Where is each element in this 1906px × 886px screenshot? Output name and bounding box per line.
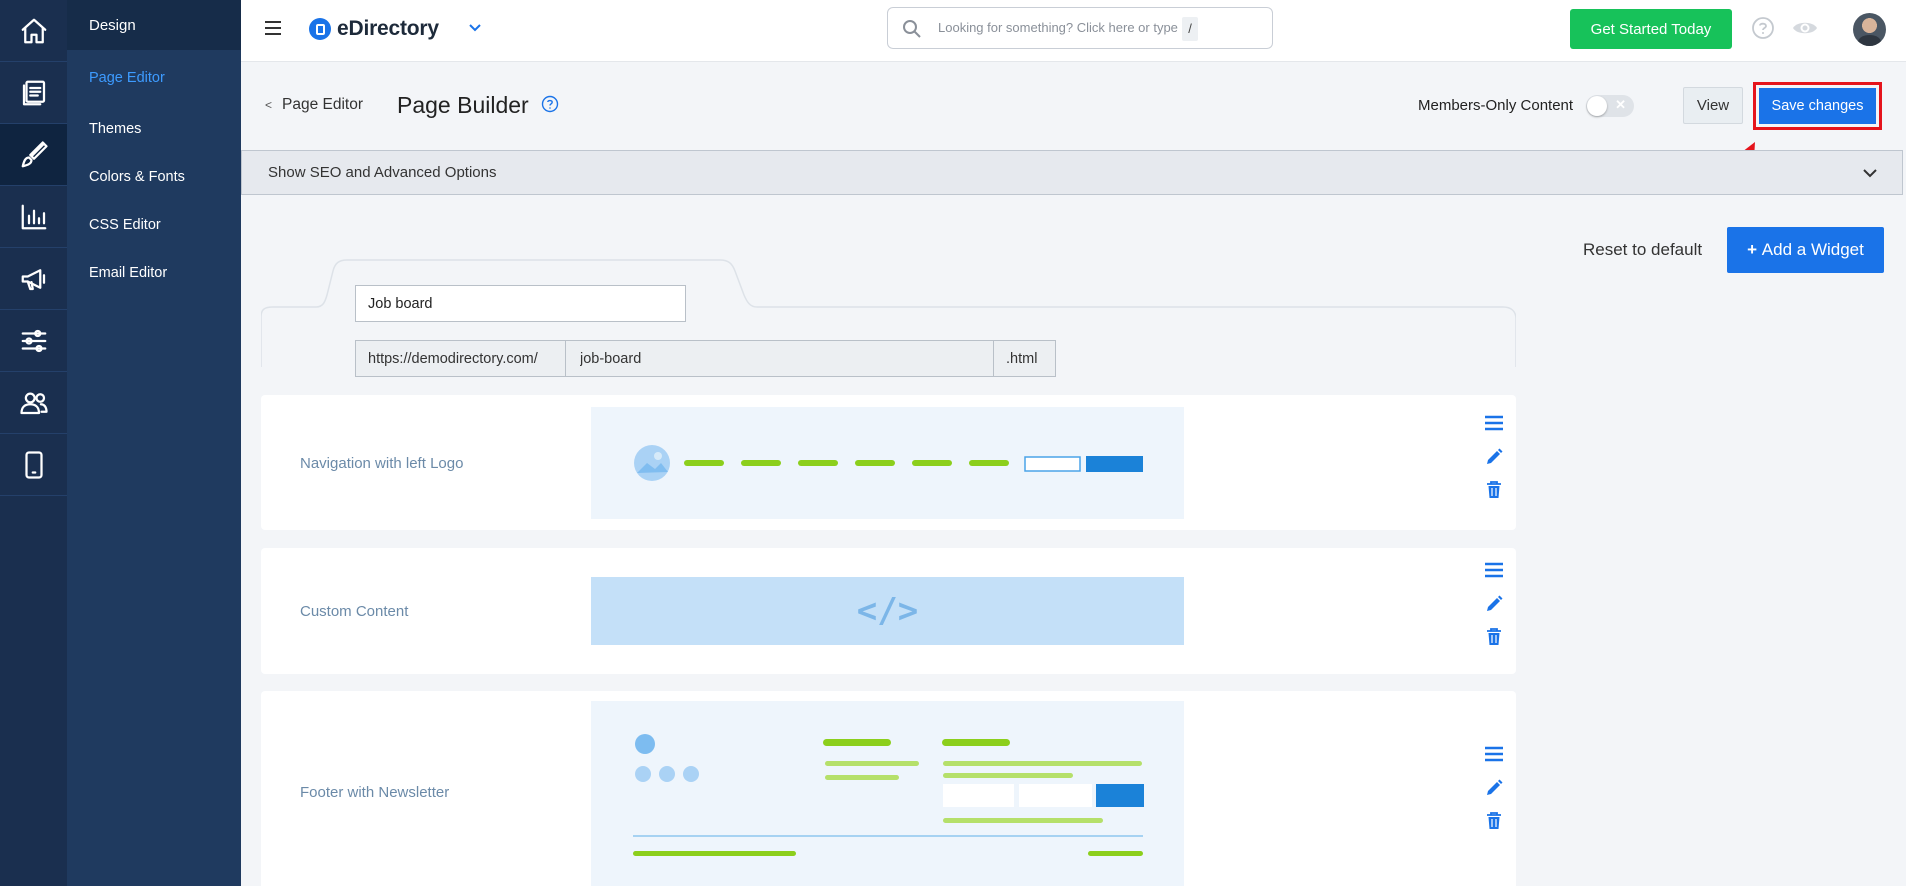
rail-home[interactable] xyxy=(0,0,67,62)
submenu-item-page-editor[interactable]: Page Editor xyxy=(67,50,241,106)
mobile-icon xyxy=(24,450,43,479)
icon-rail xyxy=(0,0,67,886)
home-icon xyxy=(21,18,46,43)
add-widget-label: Add a Widget xyxy=(1761,240,1864,259)
edit-widget-icon[interactable] xyxy=(1483,448,1505,470)
view-button[interactable]: View xyxy=(1683,87,1743,124)
hamburger-menu-icon[interactable] xyxy=(265,21,281,35)
search-box: / xyxy=(887,7,1273,49)
submenu-title: Design xyxy=(67,0,241,50)
rail-promote[interactable] xyxy=(0,248,67,310)
submenu-item-themes[interactable]: Themes xyxy=(67,106,241,154)
members-only-label: Members-Only Content xyxy=(1418,97,1574,114)
navigation-preview[interactable] xyxy=(591,407,1184,519)
members-only-toggle[interactable]: ✕ xyxy=(1586,95,1634,117)
reorder-widget-icon[interactable] xyxy=(1483,746,1505,768)
design-submenu: Design Page Editor Themes Colors & Fonts… xyxy=(67,0,241,886)
widget-actions xyxy=(1483,415,1505,514)
reorder-widget-icon[interactable] xyxy=(1483,562,1505,584)
toggle-off-icon: ✕ xyxy=(1615,97,1626,112)
search-shortcut-key: / xyxy=(1182,17,1198,41)
chart-icon xyxy=(21,204,46,229)
help-icon[interactable] xyxy=(1751,16,1775,40)
get-started-button[interactable]: Get Started Today xyxy=(1570,9,1732,49)
rail-mobile[interactable] xyxy=(0,434,67,496)
reset-to-default-link[interactable]: Reset to default xyxy=(1583,240,1702,260)
megaphone-icon xyxy=(21,268,45,290)
search-input[interactable] xyxy=(938,20,1188,35)
page-title: Page Builder xyxy=(397,92,529,118)
page-url-group: https://demodirectory.com/ .html xyxy=(355,340,1056,377)
widget-card: Custom Content </> xyxy=(261,548,1516,674)
users-icon xyxy=(19,392,48,414)
brush-icon xyxy=(21,140,48,167)
chevron-down-icon xyxy=(1863,169,1877,178)
widget-name: Navigation with left Logo xyxy=(300,455,464,472)
widget-name: Custom Content xyxy=(300,603,409,620)
chevron-down-icon[interactable] xyxy=(467,20,483,36)
seo-advanced-options-toggle[interactable]: Show SEO and Advanced Options xyxy=(241,150,1903,195)
footer-preview[interactable] xyxy=(591,701,1184,886)
delete-widget-icon[interactable] xyxy=(1483,812,1505,834)
rail-users[interactable] xyxy=(0,372,67,434)
save-highlight-box: Save changes xyxy=(1753,82,1882,130)
submenu-item-colors-fonts[interactable]: Colors & Fonts xyxy=(67,154,241,202)
brand-mark-icon xyxy=(309,18,331,40)
rail-pages[interactable] xyxy=(0,62,67,124)
edit-widget-icon[interactable] xyxy=(1483,779,1505,801)
save-changes-button[interactable]: Save changes xyxy=(1759,88,1876,124)
edit-widget-icon[interactable] xyxy=(1483,595,1505,617)
page-builder-help-icon[interactable] xyxy=(541,95,559,113)
user-avatar[interactable] xyxy=(1853,13,1886,46)
seo-options-label: Show SEO and Advanced Options xyxy=(268,164,497,181)
delete-widget-icon[interactable] xyxy=(1483,628,1505,650)
widget-card: Footer with Newsletter xyxy=(261,691,1516,886)
add-widget-button[interactable]: + Add a Widget xyxy=(1727,227,1884,273)
submenu-item-email-editor[interactable]: Email Editor xyxy=(67,250,241,298)
chevron-left-icon: < xyxy=(265,98,273,112)
rail-reports[interactable] xyxy=(0,186,67,248)
widget-name: Footer with Newsletter xyxy=(300,784,450,801)
preview-eye-icon[interactable] xyxy=(1791,16,1819,40)
back-to-page-editor-link[interactable]: < Page Editor xyxy=(265,96,363,114)
search-icon xyxy=(903,20,921,38)
widget-actions xyxy=(1483,562,1505,661)
widget-card: Navigation with left Logo xyxy=(261,395,1516,530)
logo-placeholder-icon xyxy=(634,445,1143,481)
url-suffix: .html xyxy=(994,340,1056,377)
brand-logo[interactable]: eDirectory xyxy=(309,17,439,41)
url-slug-field[interactable] xyxy=(566,340,994,377)
submenu-item-css-editor[interactable]: CSS Editor xyxy=(67,202,241,250)
rail-design[interactable] xyxy=(0,124,67,186)
delete-widget-icon[interactable] xyxy=(1483,481,1505,503)
back-link-label: Page Editor xyxy=(282,96,364,113)
pages-icon xyxy=(22,80,45,105)
reorder-widget-icon[interactable] xyxy=(1483,415,1505,437)
brand-name: eDirectory xyxy=(337,17,439,40)
custom-content-preview[interactable]: </> xyxy=(591,577,1184,645)
top-bar: eDirectory / Get Started Today xyxy=(241,0,1906,62)
code-icon: </> xyxy=(856,591,919,631)
plus-icon: + xyxy=(1747,240,1762,259)
page-name-field[interactable] xyxy=(355,285,686,322)
rail-settings[interactable] xyxy=(0,310,67,372)
widget-actions xyxy=(1483,746,1505,845)
sliders-icon xyxy=(21,329,46,352)
footer-wireframe-icon xyxy=(633,734,1144,856)
url-prefix: https://demodirectory.com/ xyxy=(355,340,566,377)
